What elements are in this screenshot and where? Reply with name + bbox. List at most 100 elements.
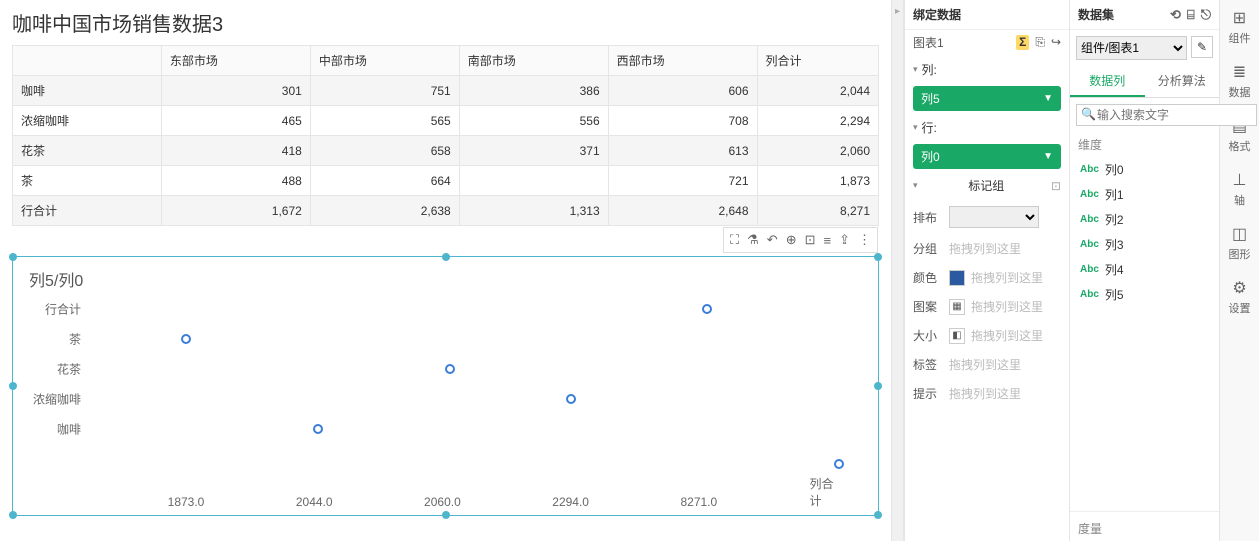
table-header: 南部市场 — [459, 46, 608, 76]
bind-data-panel: 绑定数据 图表1 Σ ⎘ ↪ 列: 列5▼ 行: 列0▼ 标记组⊡ 排布 分组拖… — [904, 0, 1069, 541]
pattern-icon[interactable]: ▦ — [949, 299, 965, 315]
panel-expand-handle[interactable]: ▸ — [892, 0, 904, 541]
chart-toolbar-button[interactable]: ⊡ — [805, 232, 816, 248]
resize-handle[interactable] — [874, 511, 882, 519]
table-row: 浓缩咖啡4655655567082,294 — [13, 106, 879, 136]
data-point — [566, 394, 576, 404]
resize-handle[interactable] — [9, 253, 17, 261]
tab-analysis[interactable]: 分析算法 — [1145, 66, 1220, 97]
data-table: 东部市场中部市场南部市场西部市场列合计 咖啡3017513866062,044浓… — [12, 45, 879, 226]
data-point — [445, 364, 455, 374]
tip-drop[interactable]: 拖拽列到这里 — [949, 385, 1021, 402]
resize-handle[interactable] — [874, 382, 882, 390]
search-icon: 🔍 — [1081, 107, 1096, 121]
column-item[interactable]: Abc列4 — [1070, 257, 1219, 282]
resize-handle[interactable] — [9, 511, 17, 519]
chart-container[interactable]: ⛶⚗↶⊕⊡≡⇪⋮ 列5/列0 行合计茶花茶浓缩咖啡咖啡1873.02044.02… — [12, 256, 879, 516]
column-pill[interactable]: 列5▼ — [913, 86, 1061, 111]
sigma-icon[interactable]: Σ — [1016, 35, 1029, 50]
tab-icon: ◫ — [1232, 224, 1247, 244]
side-tab-组件[interactable]: ⊞组件 — [1220, 0, 1259, 54]
dimension-heading: 维度 — [1070, 132, 1219, 157]
chart-toolbar-button[interactable]: ≡ — [824, 233, 832, 248]
text-type-icon: Abc — [1080, 214, 1099, 225]
tab-icon: ⊥ — [1233, 170, 1247, 190]
text-type-icon: Abc — [1080, 239, 1099, 250]
chart-toolbar: ⛶ ⚗ ↶ ⊕ ⊡ ≡ ⇪ ⋮ — [723, 227, 878, 253]
stack-icon[interactable]: ⌸ — [1187, 7, 1195, 23]
column-item[interactable]: Abc列5 — [1070, 282, 1219, 307]
chart-toolbar-button[interactable]: ⊕ — [786, 232, 797, 248]
dataset-panel-title: 数据集 — [1078, 6, 1114, 23]
data-point — [834, 459, 844, 469]
resize-handle[interactable] — [874, 253, 882, 261]
size-drop[interactable]: 拖拽列到这里 — [971, 327, 1043, 344]
chart-title: 列5/列0 — [29, 267, 862, 291]
refresh-icon[interactable]: ⟲ — [1170, 7, 1181, 23]
text-type-icon: Abc — [1080, 289, 1099, 300]
pattern-drop[interactable]: 拖拽列到这里 — [971, 298, 1043, 315]
chart-toolbar-button[interactable]: ↶ — [767, 232, 778, 248]
chart-toolbar-button[interactable]: ⛶ — [730, 232, 739, 248]
table-row: 花茶4186583716132,060 — [13, 136, 879, 166]
data-point — [702, 304, 712, 314]
chevron-down-icon: ▼ — [1043, 151, 1053, 162]
mark-group-expander[interactable]: 标记组⊡ — [905, 171, 1069, 200]
size-icon[interactable]: ◧ — [949, 328, 965, 344]
column-item[interactable]: Abc列2 — [1070, 207, 1219, 232]
table-row: 行合计1,6722,6381,3132,6488,271 — [13, 196, 879, 226]
tab-data-columns[interactable]: 数据列 — [1070, 66, 1145, 97]
row-pill[interactable]: 列0▼ — [913, 144, 1061, 169]
label-drop[interactable]: 拖拽列到这里 — [949, 356, 1021, 373]
y-axis-label: 行合计 — [29, 301, 81, 318]
tab-icon: ⊞ — [1233, 8, 1246, 28]
chart-toolbar-button[interactable]: ⋮ — [858, 232, 871, 248]
layout-label: 排布 — [913, 209, 949, 226]
side-tab-设置[interactable]: ⚙设置 — [1220, 270, 1259, 324]
copy-icon[interactable]: ⎘ — [1035, 35, 1045, 50]
data-point — [313, 424, 323, 434]
edit-icon[interactable]: ✎ — [1191, 36, 1213, 58]
chart-toolbar-button[interactable]: ⚗ — [747, 232, 759, 248]
x-axis-label: 2294.0 — [552, 495, 589, 509]
tab-icon: ⚙ — [1232, 278, 1246, 298]
settings-icon[interactable]: ⊡ — [1051, 179, 1061, 193]
redo-icon[interactable]: ↪ — [1051, 35, 1061, 50]
column-item[interactable]: Abc列3 — [1070, 232, 1219, 257]
resize-handle[interactable] — [442, 511, 450, 519]
dataset-select[interactable]: 组件/图表1 — [1076, 36, 1187, 60]
y-axis-label: 咖啡 — [29, 421, 81, 438]
group-drop[interactable]: 拖拽列到这里 — [949, 240, 1021, 257]
chart-toolbar-button[interactable]: ⇪ — [839, 232, 850, 248]
columns-expander[interactable]: 列: — [905, 55, 1069, 84]
side-tab-图形[interactable]: ◫图形 — [1220, 216, 1259, 270]
table-header — [13, 46, 162, 76]
column-item[interactable]: Abc列0 — [1070, 157, 1219, 182]
side-tab-数据[interactable]: ≣数据 — [1220, 54, 1259, 108]
resize-handle[interactable] — [9, 382, 17, 390]
size-label: 大小 — [913, 327, 949, 344]
link-icon[interactable]: ⎋ — [1201, 7, 1211, 23]
color-drop[interactable]: 拖拽列到这里 — [971, 269, 1043, 286]
data-point — [181, 334, 191, 344]
measure-heading: 度量 — [1070, 511, 1219, 541]
side-tabs: ⊞组件≣数据▤格式⊥轴◫图形⚙设置 — [1219, 0, 1259, 541]
dataset-panel: 数据集 ⟲ ⌸ ⎋ 组件/图表1 ✎ 数据列 分析算法 🔍 ⋮ 维度 Abc列0… — [1069, 0, 1219, 541]
column-item[interactable]: Abc列1 — [1070, 182, 1219, 207]
rows-expander[interactable]: 行: — [905, 113, 1069, 142]
side-tab-轴[interactable]: ⊥轴 — [1220, 162, 1259, 216]
search-input[interactable] — [1076, 104, 1257, 126]
table-header: 列合计 — [757, 46, 878, 76]
color-swatch[interactable] — [949, 270, 965, 286]
table-row: 茶4886647211,873 — [13, 166, 879, 196]
layout-select[interactable] — [949, 206, 1039, 228]
y-axis-label: 花茶 — [29, 361, 81, 378]
y-axis-label: 茶 — [29, 331, 81, 348]
chevron-down-icon: ▼ — [1043, 93, 1053, 104]
x-axis-label: 2060.0 — [424, 495, 461, 509]
x-axis-label: 1873.0 — [168, 495, 205, 509]
pattern-label: 图案 — [913, 298, 949, 315]
resize-handle[interactable] — [442, 253, 450, 261]
table-header: 西部市场 — [608, 46, 757, 76]
text-type-icon: Abc — [1080, 264, 1099, 275]
